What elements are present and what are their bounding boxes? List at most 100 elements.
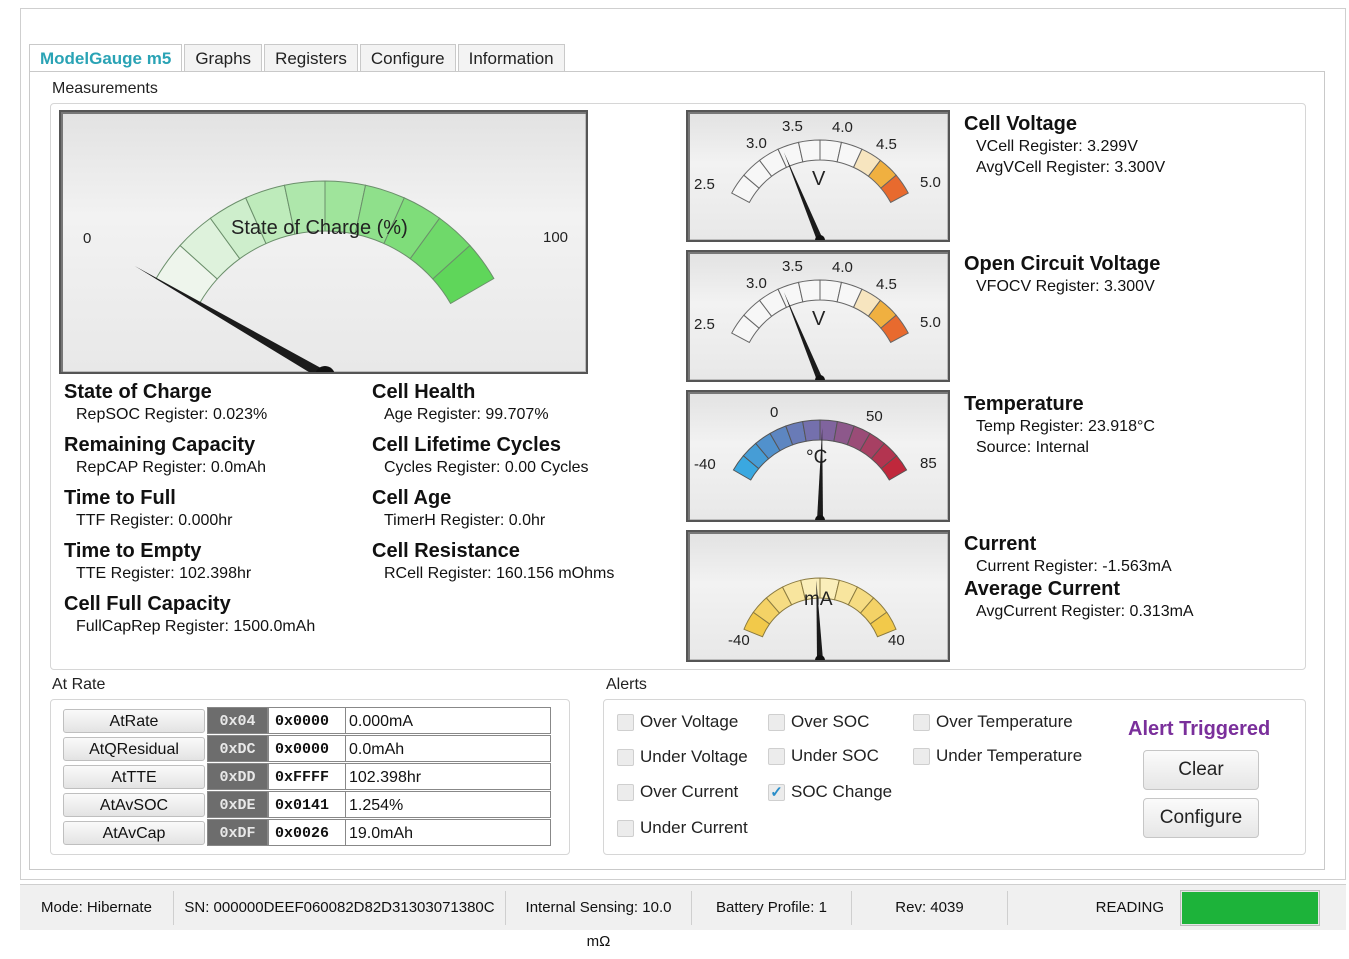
checkbox-box[interactable] [913, 713, 930, 731]
soc-gauge-dial: State of Charge (%) 0 100 [83, 180, 568, 372]
register-address: 0xDF [207, 819, 268, 846]
tick-label: -40 [728, 632, 750, 649]
under-temperature-checkbox[interactable]: Under Temperature [913, 746, 1082, 766]
gauge-unit: °C [806, 447, 827, 468]
tick-label: 50 [866, 408, 883, 425]
tick-label: 5.0 [920, 174, 941, 191]
info-value: TTF Register: 0.000hr [76, 512, 233, 529]
checkbox-box[interactable]: ✓ [768, 783, 785, 801]
tab-configure[interactable]: Configure [359, 44, 456, 72]
info-value: FullCapRep Register: 1500.0mAh [76, 618, 316, 635]
register-address: 0xDD [207, 763, 268, 790]
alert-triggered-label: Alert Triggered [1128, 718, 1271, 740]
over-voltage-checkbox[interactable]: Over Voltage [617, 712, 738, 732]
reading-progress-bar [1180, 889, 1320, 926]
voltage-needle [783, 292, 823, 380]
tick-label: 40 [888, 632, 905, 649]
info-title: Current [964, 533, 1037, 555]
mid-info: Cell Health Age Register: 99.707% Cell L… [372, 380, 614, 584]
temperature-dial: -40 0 50 85 °C [694, 404, 937, 520]
clear-button[interactable]: Clear [1143, 750, 1259, 790]
tick-label: 0 [770, 404, 778, 421]
gauge-unit: V [812, 308, 826, 330]
atavsoc-button[interactable]: AtAvSOC [63, 793, 205, 817]
voltage-needle [783, 152, 823, 240]
info-value: Temp Register: 23.918°C [976, 418, 1155, 435]
over-current-checkbox[interactable]: Over Current [617, 782, 738, 802]
info-value: Cycles Register: 0.00 Cycles [384, 459, 589, 476]
status-bar: Mode: Hibernate SN: 000000DEEF060082D82D… [20, 884, 1346, 950]
ocv-gauge: 3.0 3.5 4.0 4.5 2.5 5.0 V [686, 250, 950, 382]
under-soc-checkbox[interactable]: Under SOC [768, 746, 879, 766]
info-title: Temperature [964, 393, 1084, 415]
status-sensing: Internal Sensing: 10.0 mΩ [506, 890, 692, 950]
tab-registers[interactable]: Registers [264, 44, 358, 72]
info-title: Time to Full [64, 487, 176, 509]
info-value: VFOCV Register: 3.300V [976, 278, 1155, 295]
soc-gauge-min: 0 [83, 230, 91, 247]
register-address: 0xDC [207, 735, 268, 762]
tick-label: 4.0 [832, 119, 853, 136]
checkbox-box[interactable] [768, 713, 785, 731]
tab-graphs[interactable]: Graphs [184, 44, 263, 72]
left-info: State of Charge RepSOC Register: 0.023% … [64, 380, 315, 637]
cell-voltage-info: Cell Voltage VCell Register: 3.299V AvgV… [964, 112, 1165, 178]
atavcap-button[interactable]: AtAvCap [63, 821, 205, 845]
configure-alerts-button[interactable]: Configure [1143, 798, 1259, 838]
register-address: 0xDE [207, 791, 268, 818]
atrate-button[interactable]: AtRate [63, 709, 205, 733]
over-temperature-checkbox[interactable]: Over Temperature [913, 712, 1073, 732]
tick-label: 2.5 [694, 316, 715, 333]
status-serial-number: SN: 000000DEEF060082D82D31303071380C [174, 890, 506, 925]
ocv-dial: 3.0 3.5 4.0 4.5 2.5 5.0 V [694, 258, 941, 380]
register-address: 0x04 [207, 707, 268, 734]
info-title: Average Current [964, 578, 1120, 600]
info-value: TimerH Register: 0.0hr [384, 512, 546, 529]
tick-label: 4.0 [832, 259, 853, 276]
attte-button[interactable]: AtTTE [63, 765, 205, 789]
measurements-label: Measurements [52, 80, 158, 97]
status-reading: READING [1095, 898, 1164, 916]
checkbox-box[interactable] [768, 747, 785, 765]
soc-needle [134, 265, 328, 372]
info-title: Cell Full Capacity [64, 593, 231, 615]
info-value: Current Register: -1.563mA [976, 558, 1172, 575]
under-current-checkbox[interactable]: Under Current [617, 818, 748, 838]
info-title: State of Charge [64, 381, 212, 403]
current-info: Current Current Register: -1.563mA Avera… [964, 532, 1194, 622]
info-title: Cell Voltage [964, 113, 1077, 135]
checkbox-label: Over Voltage [640, 712, 739, 731]
info-value: Age Register: 99.707% [384, 406, 549, 423]
needle-hub [815, 655, 825, 660]
checkbox-box[interactable] [617, 748, 634, 766]
ocv-info: Open Circuit Voltage VFOCV Register: 3.3… [964, 252, 1160, 297]
tab-modelgauge[interactable]: ModelGauge m5 [29, 44, 183, 73]
checkbox-box[interactable] [617, 783, 634, 801]
tick-label: 3.5 [782, 258, 803, 275]
checkbox-box[interactable] [617, 819, 634, 837]
checkbox-box[interactable] [913, 747, 930, 765]
register-hex: 0xFFFF [268, 763, 346, 790]
temperature-info: Temperature Temp Register: 23.918°C Sour… [964, 392, 1155, 458]
status-revision: Rev: 4039 [852, 890, 1008, 925]
info-value: RepSOC Register: 0.023% [76, 406, 268, 423]
info-value: AvgVCell Register: 3.300V [976, 159, 1166, 176]
checkbox-label: Over Temperature [936, 712, 1073, 731]
alerts-label: Alerts [606, 676, 647, 693]
over-soc-checkbox[interactable]: Over SOC [768, 712, 869, 732]
info-value: Source: Internal [976, 439, 1089, 456]
current-dial: -40 40 mA [728, 577, 905, 660]
register-hex: 0x0000 [268, 707, 346, 734]
soc-change-checkbox[interactable]: ✓ SOC Change [768, 782, 892, 802]
status-battery-profile: Battery Profile: 1 [692, 890, 852, 925]
tab-information[interactable]: Information [457, 44, 565, 72]
info-title: Open Circuit Voltage [964, 253, 1161, 275]
checkbox-box[interactable] [617, 713, 634, 731]
atqresidual-button[interactable]: AtQResidual [63, 737, 205, 761]
register-value: 0.0mAh [345, 735, 551, 762]
register-hex: 0x0141 [268, 791, 346, 818]
register-hex: 0x0000 [268, 735, 346, 762]
tick-label: 2.5 [694, 176, 715, 193]
info-title: Time to Empty [64, 540, 202, 562]
under-voltage-checkbox[interactable]: Under Voltage [617, 747, 748, 767]
